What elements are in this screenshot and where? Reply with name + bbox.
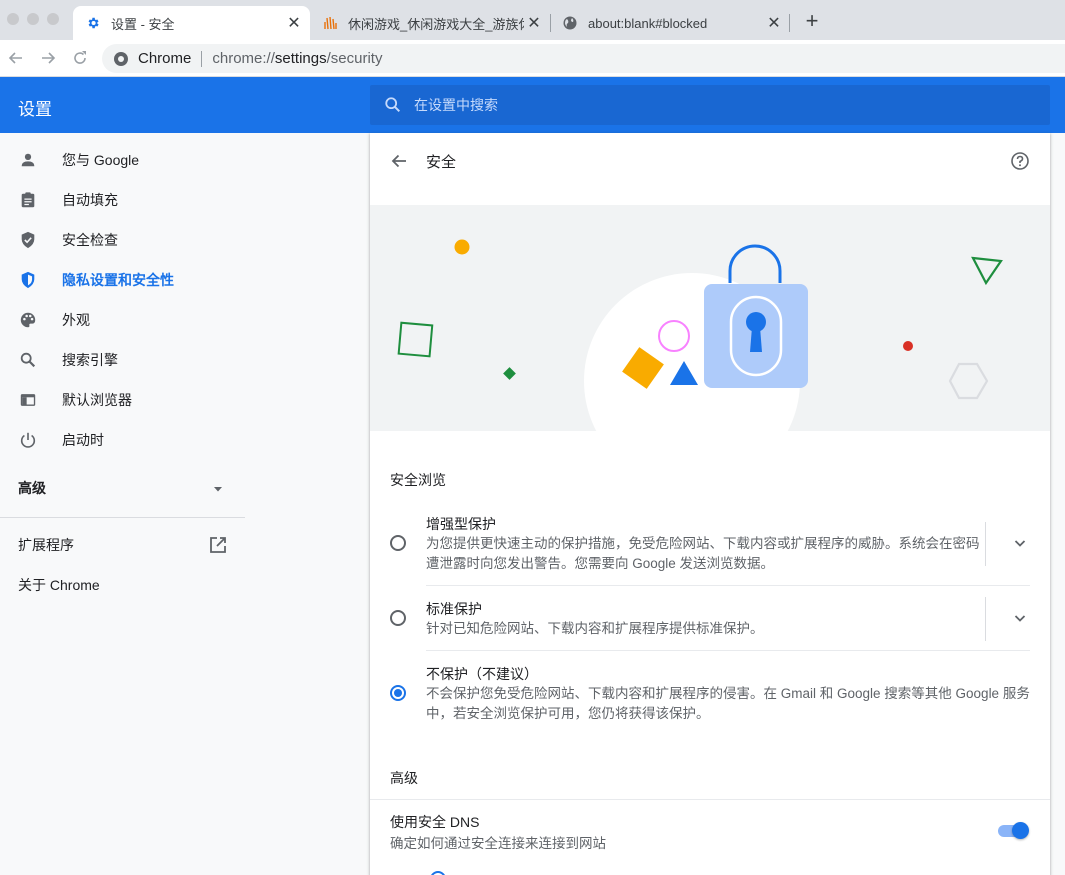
sidebar-item-label: 关于 Chrome <box>18 577 100 593</box>
sidebar-item-on-startup[interactable]: 启动时 <box>0 420 245 460</box>
sidebar-item-privacy-security[interactable]: 隐私设置和安全性 <box>0 260 245 300</box>
back-arrow-icon[interactable] <box>390 152 408 170</box>
radio-standard[interactable] <box>390 610 406 626</box>
section-separator <box>370 799 1050 800</box>
option-enhanced-protection[interactable]: 增强型保护 为您提供更快速主动的保护措施，免受危险网站、下载内容或扩展程序的威胁… <box>390 514 1030 574</box>
sidebar-item-you-and-google[interactable]: 您与 Google <box>0 140 245 180</box>
sidebar-item-label: 启动时 <box>62 432 104 448</box>
sidebar-item-label: 自动填充 <box>62 192 118 208</box>
tab-settings-security[interactable]: 设置 - 安全 ✕ <box>73 6 310 40</box>
secure-dns-toggle[interactable] <box>998 821 1029 841</box>
security-illustration <box>370 205 1050 431</box>
palette-icon <box>18 310 38 330</box>
window-minimize-light[interactable] <box>27 13 39 25</box>
row-separator <box>426 585 1030 586</box>
settings-header: 设置 <box>0 77 1065 133</box>
url-text: chrome://settings/security <box>212 50 383 67</box>
row-divider <box>985 597 986 641</box>
sidebar-item-label: 安全检查 <box>62 232 118 248</box>
tab-title: 设置 - 安全 <box>111 16 175 32</box>
omnibox-divider <box>201 50 203 67</box>
sidebar-item-label: 隐私设置和安全性 <box>62 272 174 288</box>
power-icon <box>18 430 38 450</box>
page-title: 安全 <box>426 153 457 171</box>
secure-dns-description: 确定如何通过安全连接来连接到网站 <box>390 836 606 851</box>
secure-dns-label: 使用安全 DNS <box>390 814 480 830</box>
tab-close-icon[interactable]: ✕ <box>284 13 304 33</box>
help-icon[interactable] <box>1010 151 1030 171</box>
clipboard-icon <box>18 190 38 210</box>
person-icon <box>18 150 38 170</box>
option-label: 标准保护 <box>426 601 482 617</box>
sidebar-divider <box>0 517 245 518</box>
shield-check-icon <box>18 230 38 250</box>
tab-close-icon[interactable]: ✕ <box>764 13 784 33</box>
safe-browsing-heading: 安全浏览 <box>390 472 446 488</box>
forward-arrow-icon[interactable] <box>38 48 58 68</box>
option-no-protection[interactable]: 不保护（不建议） 不会保护您免受危险网站、下载内容和扩展程序的侵害。在 Gmai… <box>390 664 1030 724</box>
radio-dns-provider-partial[interactable] <box>430 871 446 875</box>
hand-logo-icon <box>322 15 338 31</box>
security-settings-card: 安全 安全浏览 增强型保护 为您提供更快速主动的保护措施，免受危险网站、下载内容… <box>370 133 1050 875</box>
reload-icon[interactable] <box>70 48 90 68</box>
browser-window-icon <box>18 390 38 410</box>
sidebar-item-appearance[interactable]: 外观 <box>0 300 245 340</box>
tab-about-blank[interactable]: about:blank#blocked ✕ <box>550 6 790 40</box>
sidebar-item-safety-check[interactable]: 安全检查 <box>0 220 245 260</box>
search-icon <box>18 350 38 370</box>
radio-enhanced[interactable] <box>390 535 406 551</box>
tab-separator <box>789 14 790 32</box>
option-label: 增强型保护 <box>426 516 496 532</box>
gear-icon <box>85 15 101 31</box>
back-arrow-icon[interactable] <box>6 48 26 68</box>
browser-toolbar: Chrome chrome://settings/security <box>0 40 1065 77</box>
tab-close-icon[interactable]: ✕ <box>524 13 544 33</box>
advanced-heading: 高级 <box>390 770 418 786</box>
site-label: Chrome <box>138 50 192 67</box>
window-zoom-light[interactable] <box>47 13 59 25</box>
open-in-new-icon <box>208 535 228 558</box>
privacy-shield-icon <box>18 270 38 290</box>
tab-casual-games[interactable]: 休闲游戏_休闲游戏大全_游族休闲 ✕ <box>310 6 550 40</box>
tab-strip: 设置 - 安全 ✕ 休闲游戏_休闲游戏大全_游族休闲 ✕ about:blank… <box>0 0 1065 40</box>
tab-title: about:blank#blocked <box>588 15 708 31</box>
search-icon <box>384 96 402 114</box>
sidebar-item-label: 搜索引擎 <box>62 352 118 368</box>
window-close-light[interactable] <box>7 13 19 25</box>
sidebar-advanced-label: 高级 <box>18 480 46 496</box>
globe-icon <box>562 15 578 31</box>
sidebar-advanced-toggle[interactable]: 高级 <box>0 468 245 508</box>
search-input[interactable] <box>414 97 994 113</box>
app-title: 设置 <box>18 100 52 119</box>
settings-search-box[interactable] <box>370 85 1050 125</box>
tab-title: 休闲游戏_休闲游戏大全_游族休闲 <box>348 16 524 32</box>
option-label: 不保护（不建议） <box>426 666 538 682</box>
page-header: 安全 <box>370 133 1050 189</box>
new-tab-button[interactable]: + <box>800 10 824 34</box>
sidebar-item-label: 外观 <box>62 312 90 328</box>
option-description: 针对已知危险网站、下载内容和扩展程序提供标准保护。 <box>426 621 764 636</box>
address-bar[interactable]: Chrome chrome://settings/security <box>102 44 1065 73</box>
chevron-down-icon[interactable] <box>1010 608 1030 628</box>
sidebar-item-extensions[interactable]: 扩展程序 <box>0 525 245 565</box>
row-divider <box>985 522 986 566</box>
secure-dns-row[interactable]: 使用安全 DNS 确定如何通过安全连接来连接到网站 <box>390 812 1030 852</box>
option-standard-protection[interactable]: 标准保护 针对已知危险网站、下载内容和扩展程序提供标准保护。 <box>390 597 1030 641</box>
caret-down-icon <box>212 482 224 498</box>
toggle-knob <box>1012 822 1029 839</box>
row-separator <box>426 650 1030 651</box>
sidebar-item-search-engine[interactable]: 搜索引擎 <box>0 340 245 380</box>
radio-no-protection[interactable] <box>390 685 406 701</box>
sidebar-item-label: 您与 Google <box>62 152 140 168</box>
sidebar-item-about-chrome[interactable]: 关于 Chrome <box>0 565 245 605</box>
sidebar-item-label: 默认浏览器 <box>62 392 132 408</box>
sidebar-item-autofill[interactable]: 自动填充 <box>0 180 245 220</box>
option-description: 不会保护您免受危险网站、下载内容和扩展程序的侵害。在 Gmail 和 Googl… <box>426 686 1030 721</box>
chrome-site-icon <box>114 51 128 66</box>
sidebar-item-label: 扩展程序 <box>18 537 74 553</box>
chevron-down-icon[interactable] <box>1010 533 1030 553</box>
sidebar-item-default-browser[interactable]: 默认浏览器 <box>0 380 245 420</box>
sidebar: 您与 Google 自动填充 安全检查 隐私设置和安全性 外观 搜索引擎 默认浏… <box>0 133 245 875</box>
option-description: 为您提供更快速主动的保护措施，免受危险网站、下载内容或扩展程序的威胁。系统会在密… <box>426 536 980 571</box>
